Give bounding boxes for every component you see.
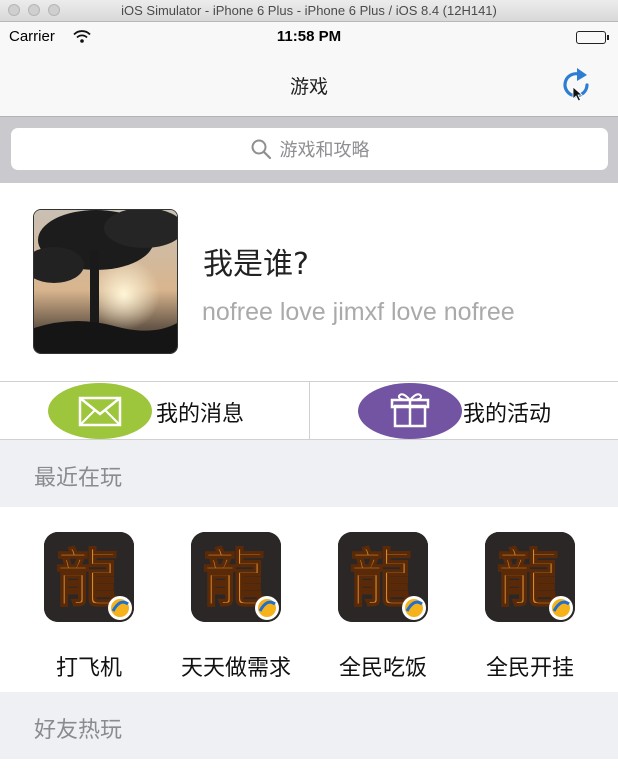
recent-games-grid: 龍 打飞机 龍 天天做需求 龍 全民吃饭 龍 全民开挂 [0, 507, 618, 692]
dragon-game-icon: 龍 [338, 532, 428, 622]
status-bar: Carrier 11:58 PM [0, 22, 618, 52]
section-header-friends: 好友热玩 [0, 692, 618, 759]
dragon-game-icon: 龍 [191, 532, 281, 622]
search-input[interactable]: 游戏和攻略 [11, 128, 608, 170]
search-placeholder: 游戏和攻略 [279, 140, 370, 161]
gift-icon [390, 393, 430, 428]
profile-card[interactable]: 我是谁? nofree love jimxf love nofree [0, 183, 618, 381]
my-activities-button[interactable]: 我的活动 [310, 382, 618, 439]
dragon-game-icon: 龍 [44, 532, 134, 622]
search-icon [251, 139, 271, 160]
game-item[interactable]: 龍 全民开挂 [470, 532, 590, 682]
messages-icon-badge [48, 383, 152, 439]
page-title: 游戏 [289, 76, 328, 98]
avatar[interactable] [33, 209, 178, 354]
game-name: 全民吃饭 [338, 656, 427, 681]
game-item[interactable]: 龍 天天做需求 [176, 532, 296, 682]
my-activities-label: 我的活动 [463, 402, 552, 427]
game-item[interactable]: 龍 打飞机 [29, 532, 149, 682]
section-title-recent: 最近在玩 [34, 466, 123, 491]
section-header-recent: 最近在玩 [0, 440, 618, 507]
profile-subtitle: nofree love jimxf love nofree [202, 298, 515, 326]
envelope-icon [78, 396, 122, 427]
profile-name: 我是谁? [203, 247, 309, 282]
window-titlebar: iOS Simulator - iPhone 6 Plus - iPhone 6… [0, 0, 618, 22]
status-time: 11:58 PM [276, 28, 342, 45]
sunset-tree-image [34, 210, 177, 353]
game-name: 打飞机 [55, 656, 122, 681]
game-name: 天天做需求 [180, 656, 291, 681]
action-row: 我的消息 我的活动 [0, 381, 618, 440]
activities-icon-badge [358, 383, 462, 439]
game-name: 全民开挂 [485, 656, 574, 681]
my-messages-label: 我的消息 [156, 402, 245, 427]
nav-bar: 游戏 [0, 52, 618, 117]
battery-icon [576, 31, 609, 44]
refresh-icon[interactable] [556, 64, 596, 104]
dragon-game-icon: 龍 [485, 532, 575, 622]
my-messages-button[interactable]: 我的消息 [0, 382, 309, 439]
game-item[interactable]: 龍 全民吃饭 [323, 532, 443, 682]
section-title-friends: 好友热玩 [34, 718, 123, 743]
search-area: 游戏和攻略 [0, 117, 618, 183]
window-title: iOS Simulator - iPhone 6 Plus - iPhone 6… [121, 3, 497, 18]
